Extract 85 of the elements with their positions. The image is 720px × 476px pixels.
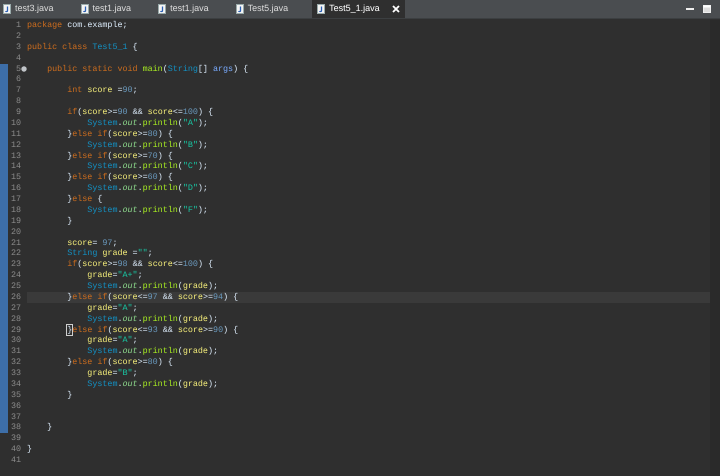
line-number: 31	[10, 346, 21, 356]
line-number: 9	[16, 107, 21, 117]
editor-tab[interactable]: Test5_1.java	[312, 0, 405, 18]
editor-tab[interactable]: test1.java	[155, 0, 233, 18]
line-number: 32	[10, 357, 21, 368]
java-file-icon	[236, 4, 244, 14]
editor-tab[interactable]: test3.java	[0, 0, 78, 18]
java-file-icon	[80, 4, 89, 14]
code-line: if(score>=98 && score<=100) {	[66, 259, 214, 270]
code-line: String grade ="";	[66, 248, 153, 258]
line-number: 22	[10, 248, 21, 258]
code-line: System.out.println("C");	[86, 161, 208, 172]
code-line: }	[46, 422, 52, 432]
code-line: System.out.println("D");	[86, 183, 208, 194]
java-file-icon	[3, 4, 11, 14]
code-line: System.out.println(grade);	[86, 378, 218, 389]
line-number: 21	[10, 238, 21, 248]
line-number: 2	[16, 30, 21, 41]
line-number: 13	[10, 150, 21, 160]
code-line: System.out.println(grade);	[86, 314, 218, 324]
code-line: System.out.println("B");	[86, 140, 208, 150]
code-line: grade="B";	[86, 368, 138, 378]
line-number: 5	[16, 64, 21, 74]
line-number: 37	[10, 412, 21, 422]
line-number: 15	[10, 172, 21, 182]
code-line: }else if(score>=80) {	[66, 357, 173, 368]
line-number: 19	[10, 216, 21, 226]
line-number: 14	[10, 161, 21, 172]
line-number: 17	[10, 194, 21, 204]
line-number: 6	[16, 74, 21, 84]
line-number: 18	[10, 204, 21, 215]
line-number: 1	[16, 20, 21, 30]
code-line: System.out.println("F");	[86, 204, 208, 215]
line-number: 24	[10, 270, 21, 280]
code-line: grade="A+";	[86, 270, 143, 280]
line-number: 4	[16, 52, 21, 63]
line-number: 29	[10, 324, 21, 334]
editor-tab[interactable]: test1.java	[78, 0, 156, 18]
code-line: grade="A";	[86, 302, 138, 313]
line-number: 23	[10, 259, 21, 270]
line-number: 12	[10, 140, 21, 150]
line-number: 10	[10, 118, 21, 128]
line-number: 39	[10, 433, 21, 444]
line-number: 41	[10, 455, 21, 465]
code-line: }else if(score>=60) {	[66, 172, 173, 182]
minimize-icon[interactable]	[686, 8, 694, 10]
code-line: int score =90;	[66, 85, 138, 96]
line-number: 16	[10, 183, 21, 194]
code-line: }	[27, 444, 32, 454]
code-line: package com.example;	[27, 20, 128, 30]
code-line: if(score>=90 && score<=100) {	[66, 107, 214, 117]
code-line: System.out.println(grade);	[86, 281, 218, 291]
code-line: }else if(score<=97 && score>=94) {	[66, 292, 238, 302]
code-line: System.out.println("A");	[86, 118, 208, 128]
line-number: 38	[10, 422, 21, 432]
editor-tab[interactable]: Test5.java	[232, 0, 312, 18]
line-number: 33	[10, 368, 21, 378]
code-line: score= 97;	[66, 238, 118, 248]
code-line: System.out.println(grade);	[86, 346, 218, 356]
line-number: 25	[10, 281, 21, 291]
line-number: 35	[10, 390, 21, 400]
code-line: }	[66, 390, 72, 400]
line-number: 11	[10, 128, 21, 139]
line-number: 28	[10, 314, 21, 324]
code-line: }else if(score>=80) {	[66, 128, 173, 139]
java-file-icon	[317, 4, 326, 14]
line-number: 34	[10, 378, 21, 389]
code-line: }	[66, 216, 72, 226]
line-number: 7	[16, 85, 21, 96]
code-line: public class Test5_1 {	[27, 42, 138, 52]
code-line: }else if(score>=70) {	[66, 150, 173, 160]
line-number: 26	[10, 292, 21, 302]
code-line: }else {	[66, 194, 102, 204]
line-number: 20	[10, 226, 21, 237]
code-line: grade="A";	[86, 335, 138, 346]
code-line: public static void main(String[] args) {	[46, 64, 248, 74]
line-number: 3	[16, 42, 21, 52]
line-number: 8	[16, 96, 21, 106]
line-number: 30	[10, 335, 21, 346]
java-file-icon	[158, 4, 166, 14]
code-line: }else if(score<=93 && score>=90) {	[66, 324, 238, 334]
line-number: 40	[10, 444, 21, 454]
line-number: 36	[10, 400, 21, 411]
line-number: 27	[10, 302, 21, 313]
close-icon[interactable]	[392, 5, 400, 13]
